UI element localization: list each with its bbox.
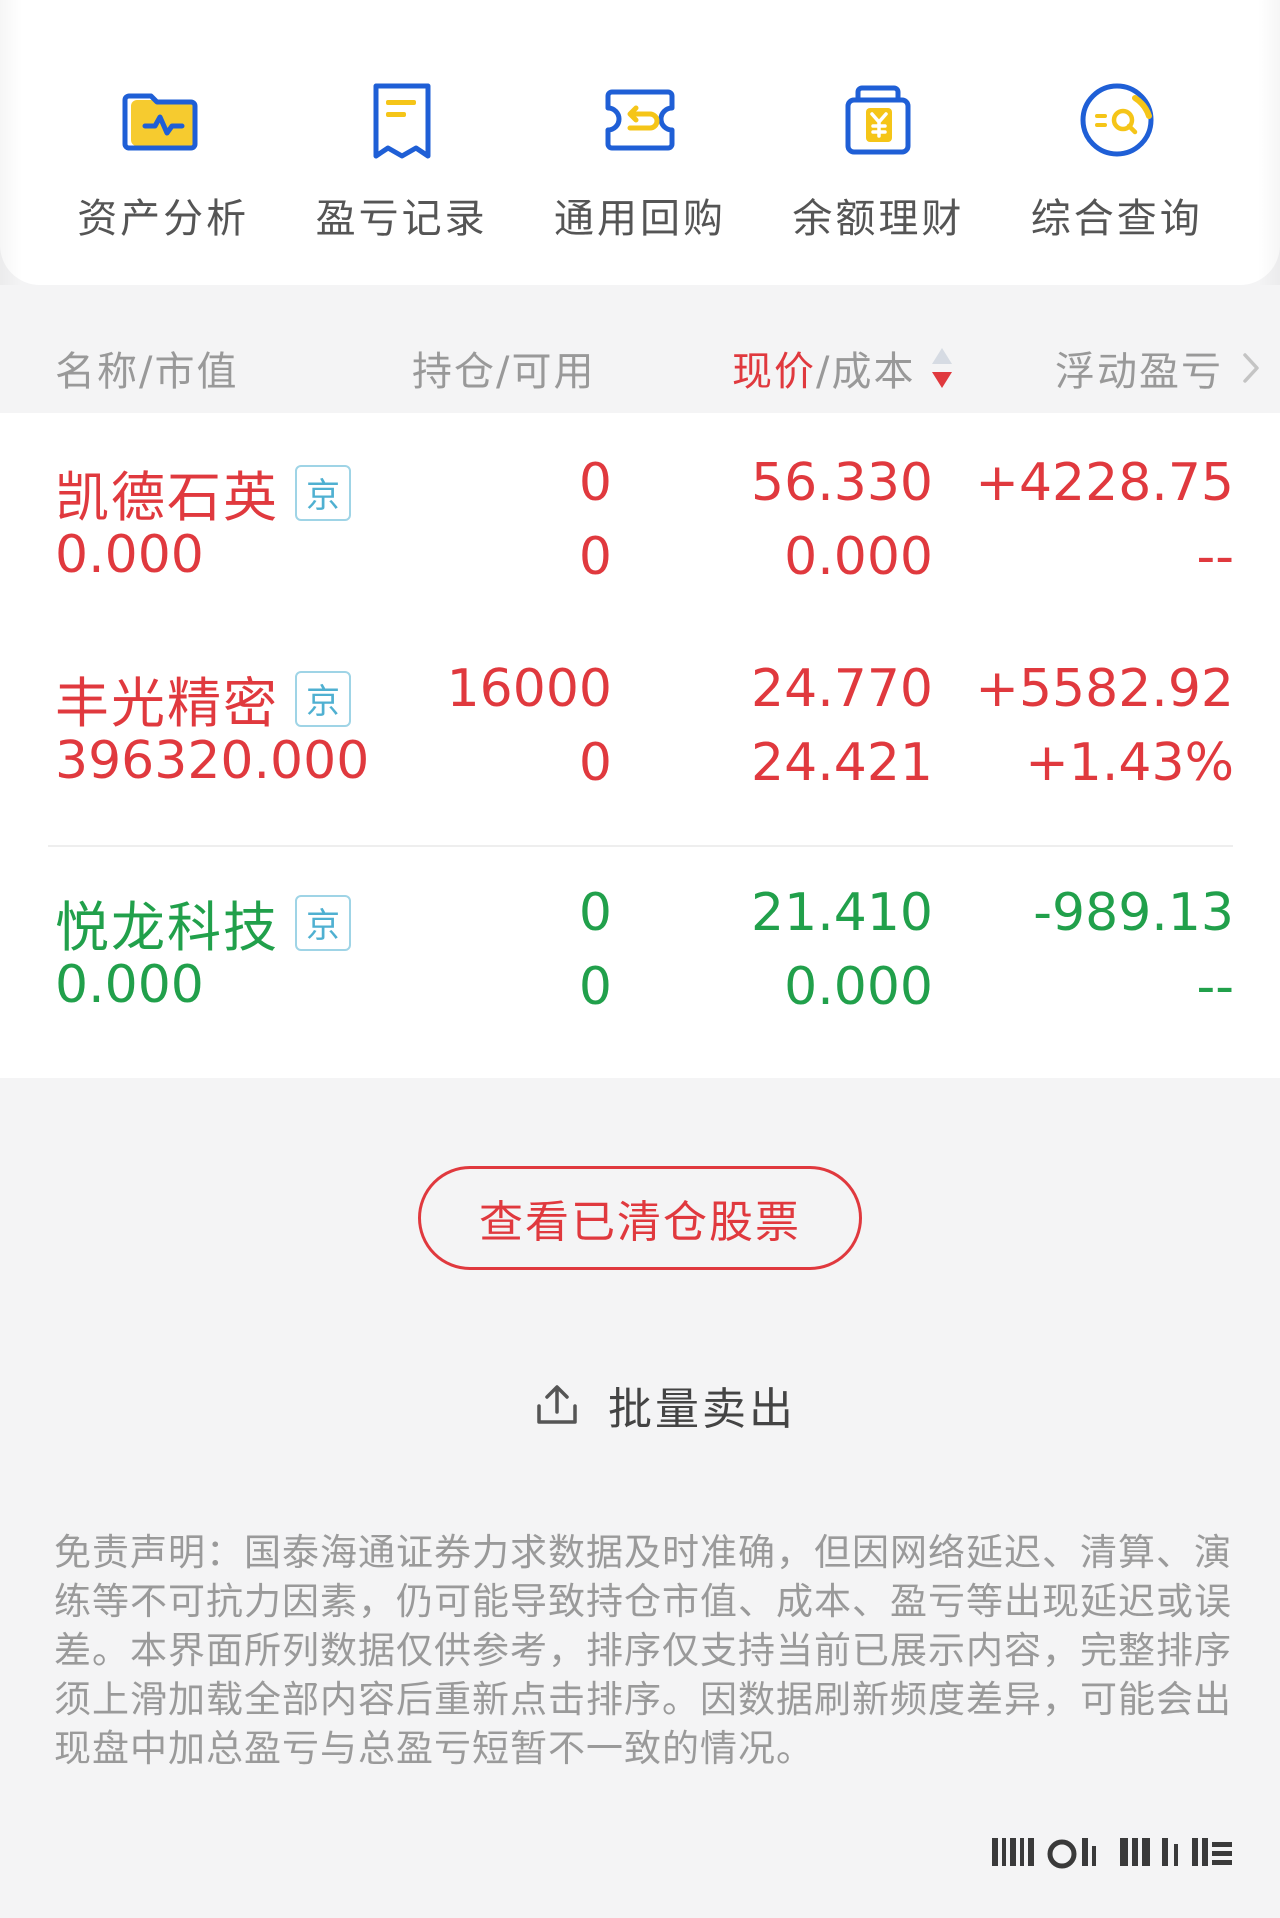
available-qty: 0 [578,527,612,587]
quick-item-label: 通用回购 [553,196,726,242]
floating-pnl-pct: -- [1196,957,1234,1017]
batch-sell-label: 批量卖出 [608,1384,796,1435]
quick-item-label: 资产分析 [77,196,250,242]
view-cleared-stocks-button[interactable]: 查看已清仓股票 [418,1166,862,1270]
header-cost-label: /成本 [816,349,916,395]
quick-item-repo[interactable]: 通用回购 [540,78,740,244]
sort-descending-icon [932,348,953,388]
pnl-record-icon [373,83,431,159]
cost-price: 24.421 [751,733,933,793]
quick-item-asset-analysis[interactable]: 资产分析 [63,78,263,244]
market-value: 0.000 [55,955,204,1015]
header-floating-pnl[interactable]: 浮动盈亏 [1055,339,1261,397]
available-qty: 0 [578,733,612,793]
exchange-badge: 京 [295,670,351,727]
market-value: 396320.000 [55,731,370,791]
chevron-right-icon[interactable] [1241,351,1261,385]
asset-analysis-icon [122,93,198,151]
table-row[interactable]: 悦龙科技 京 0.000 0 0 21.410 0.000 -989.13 -- [0,883,1280,1083]
stock-name: 悦龙科技 京 [55,883,351,962]
repo-icon [605,89,675,151]
quick-access-row: 资产分析 盈亏记录 通用回购 余额理财 综合查询 [0,78,1280,244]
market-value: 0.000 [55,525,204,585]
header-price-label: 现价 [732,349,816,395]
exchange-badge: 京 [295,894,351,951]
exchange-badge: 京 [295,464,351,521]
balance-finance-icon [845,85,911,155]
current-price: 24.770 [751,659,933,719]
floating-pnl: +4228.75 [975,453,1234,513]
stock-name-text: 悦龙科技 [55,896,279,959]
available-qty: 0 [578,957,612,1017]
holding-qty: 16000 [446,659,612,719]
header-price-cost[interactable]: 现价/成本 [732,339,955,397]
current-price: 56.330 [751,453,933,513]
watermark-logo [992,1838,1232,1869]
holdings-table-header: 名称/市值 持仓/可用 现价/成本 浮动盈亏 [0,305,1280,413]
batch-sell-button[interactable]: 批量卖出 [534,1375,796,1435]
row-divider [48,845,1233,847]
stock-name: 凯德石英 京 [55,453,351,532]
cost-price: 0.000 [784,957,933,1017]
cost-price: 0.000 [784,527,933,587]
floating-pnl-pct: +1.43% [1025,733,1234,793]
floating-pnl-pct: -- [1196,527,1234,587]
quick-item-label: 综合查询 [1030,196,1203,242]
current-price: 21.410 [751,883,933,943]
floating-pnl: +5582.92 [975,659,1234,719]
quick-item-pnl-record[interactable]: 盈亏记录 [302,78,502,244]
disclaimer-text: 免责声明：国泰海通证券力求数据及时准确，但因网络延迟、清算、演练等不可抗力因素，… [54,1531,1232,1770]
table-row[interactable]: 丰光精密 京 396320.000 16000 0 24.770 24.421 … [0,659,1280,859]
holdings-table: 凯德石英 京 0.000 0 0 56.330 0.000 +4228.75 -… [0,413,1280,1078]
holding-qty: 0 [578,453,612,513]
quick-access-card: 资产分析 盈亏记录 通用回购 余额理财 综合查询 [0,0,1280,285]
quick-item-query[interactable]: 综合查询 [1017,78,1217,244]
stock-name-text: 丰光精密 [55,672,279,735]
header-name-market-value[interactable]: 名称/市值 [55,339,238,397]
quick-item-label: 盈亏记录 [315,196,488,242]
query-icon [1080,83,1154,157]
stock-name-text: 凯德石英 [55,466,279,529]
header-holding-available[interactable]: 持仓/可用 [412,339,595,397]
upload-icon [537,1385,577,1424]
stock-name: 丰光精密 京 [55,659,351,738]
holding-qty: 0 [578,883,612,943]
table-row[interactable]: 凯德石英 京 0.000 0 0 56.330 0.000 +4228.75 -… [0,453,1280,653]
floating-pnl: -989.13 [1033,883,1234,943]
header-pnl-label: 浮动盈亏 [1055,349,1223,395]
quick-item-label: 余额理财 [792,196,965,242]
quick-item-balance-finance[interactable]: 余额理财 [778,78,978,244]
